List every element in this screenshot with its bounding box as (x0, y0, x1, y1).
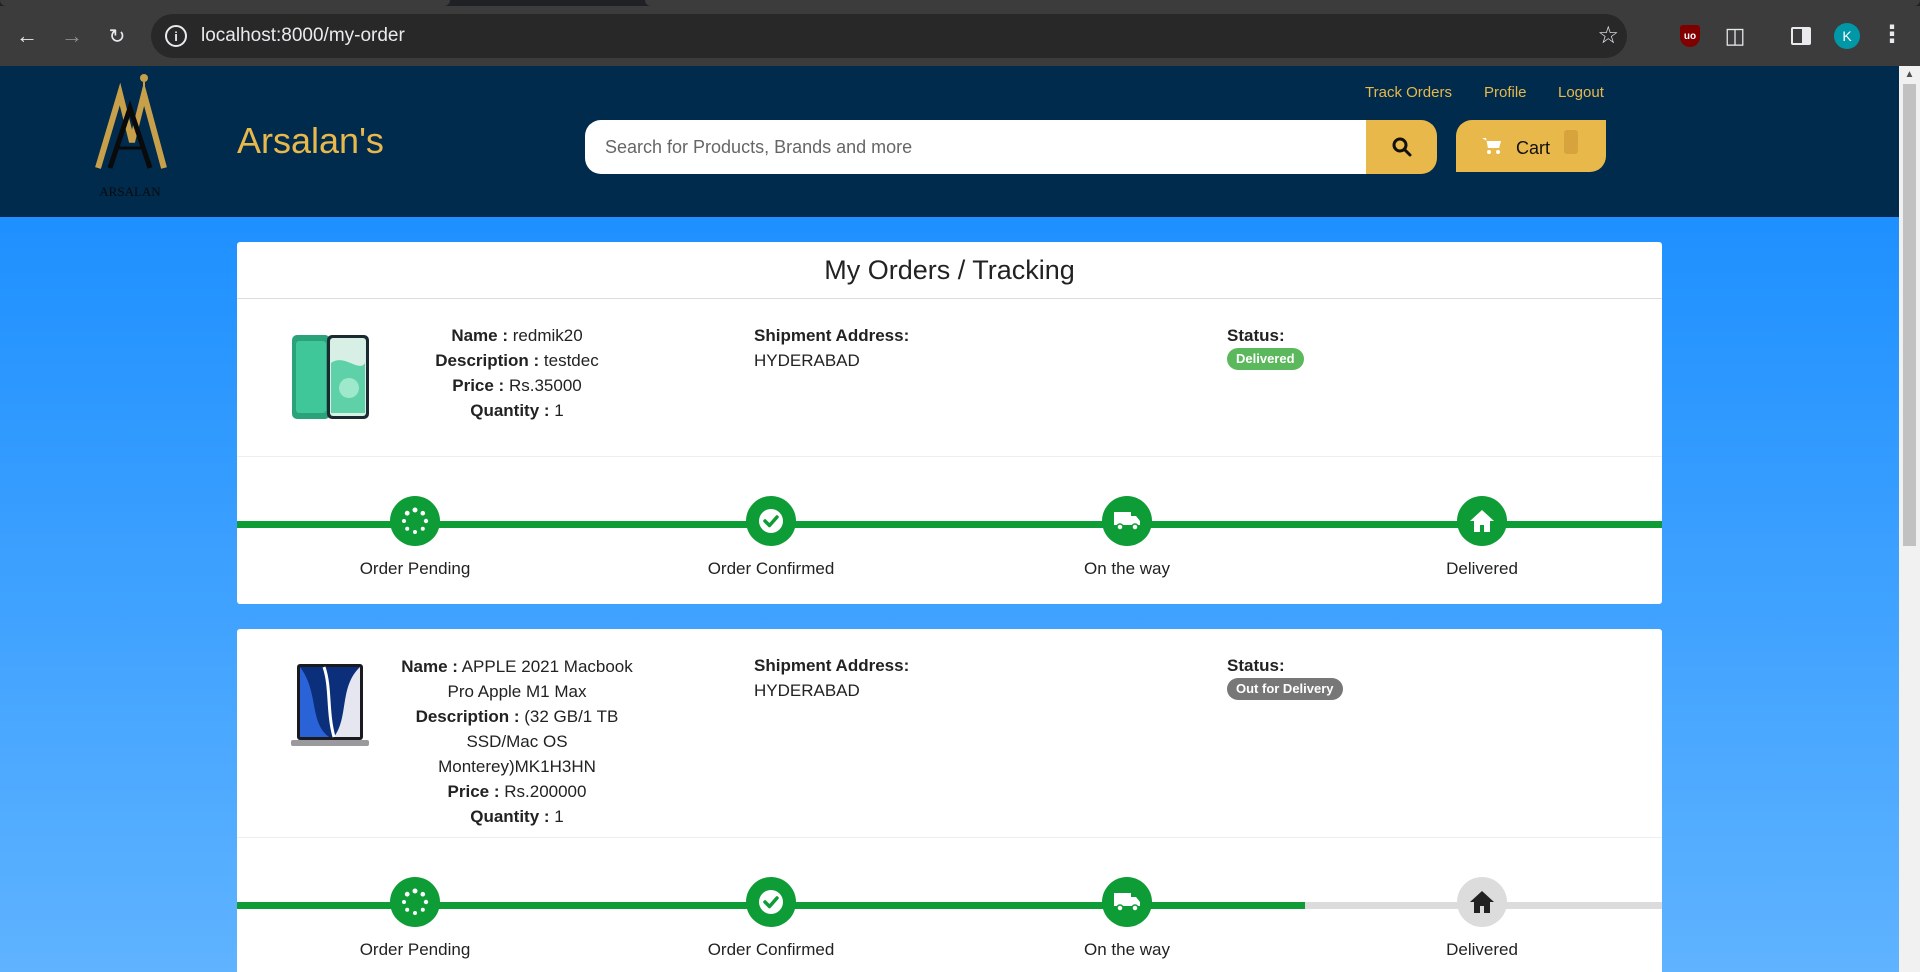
step-on-the-way: On the way (1027, 496, 1227, 579)
cart-icon (1482, 138, 1501, 154)
browser-tab[interactable] (0, 0, 450, 6)
page-title: My Orders / Tracking (237, 242, 1662, 299)
home-icon (1457, 496, 1507, 546)
product-price: Rs.200000 (504, 782, 587, 801)
step-on-the-way: On the way (1027, 877, 1227, 960)
address-value: HYDERABAD (754, 681, 860, 700)
step-delivered: Delivered (1382, 877, 1582, 960)
product-quantity: 1 (554, 807, 564, 826)
browser-toolbar: ← → ↻ i localhost:8000/my-order ☆ uo ◫ K… (0, 0, 1920, 66)
status-badge: Delivered (1227, 348, 1304, 370)
address-bar[interactable]: i localhost:8000/my-order ☆ (151, 14, 1627, 58)
cart-button[interactable]: Cart (1456, 120, 1606, 172)
profile-link[interactable]: Profile (1484, 84, 1527, 101)
shipment-address: Shipment Address: HYDERABAD (754, 323, 909, 373)
divider (237, 837, 1662, 838)
profile-avatar[interactable]: K (1834, 23, 1860, 49)
site-info-icon[interactable]: i (165, 25, 187, 47)
logout-link[interactable]: Logout (1558, 84, 1604, 101)
spinner-icon (390, 496, 440, 546)
product-description: testdec (543, 351, 599, 370)
step-order-pending: Order Pending (315, 496, 515, 579)
laptop-image[interactable] (289, 662, 371, 750)
scrollbar-thumb[interactable] (1903, 84, 1916, 546)
shipment-address: Shipment Address: HYDERABAD (754, 653, 909, 703)
order-card: Name : redmik20 Description : testdec Pr… (237, 299, 1662, 604)
status-badge: Out for Delivery (1227, 678, 1343, 700)
back-icon[interactable]: ← (12, 21, 42, 51)
page-scrollbar[interactable]: ▲ (1899, 66, 1920, 972)
product-name[interactable]: APPLE 2021 Macbook Pro Apple M1 Max (448, 657, 633, 701)
tab-strip (0, 0, 1920, 6)
step-order-confirmed: Order Confirmed (671, 496, 871, 579)
browser-tab[interactable] (645, 0, 1920, 6)
url-text[interactable]: localhost:8000/my-order (201, 25, 405, 47)
bookmark-star-icon[interactable]: ☆ (1597, 21, 1619, 50)
check-icon (746, 496, 796, 546)
product-price: Rs.35000 (508, 376, 582, 395)
order-status: Status: Out for Delivery (1227, 655, 1343, 700)
order-details: Name : APPLE 2021 Macbook Pro Apple M1 M… (401, 657, 633, 826)
product-quantity: 1 (554, 401, 564, 420)
ublock-extension-icon[interactable]: uo (1676, 22, 1704, 50)
truck-icon (1102, 877, 1152, 927)
product-name[interactable]: redmik20 (513, 326, 583, 345)
cart-count-badge (1564, 130, 1578, 154)
search-input[interactable] (585, 120, 1366, 174)
home-icon (1457, 877, 1507, 927)
tracking-progress: Order Pending Order Confirmed On the way… (237, 877, 1662, 972)
tracking-progress: Order Pending Order Confirmed On the way… (237, 496, 1662, 596)
track-orders-link[interactable]: Track Orders (1365, 84, 1452, 101)
divider (237, 456, 1662, 457)
search-icon (1392, 137, 1411, 157)
check-icon (746, 877, 796, 927)
reload-icon[interactable]: ↻ (102, 21, 132, 51)
step-order-pending: Order Pending (315, 877, 515, 960)
brand-logo[interactable]: ARSALAN (80, 72, 180, 206)
scroll-up-icon[interactable]: ▲ (1899, 66, 1920, 84)
forward-icon[interactable]: → (57, 21, 87, 51)
step-delivered: Delivered (1382, 496, 1582, 579)
cart-label: Cart (1516, 137, 1551, 158)
svg-text:ARSALAN: ARSALAN (99, 184, 161, 199)
extensions-puzzle-icon[interactable]: ◫ (1721, 22, 1749, 50)
order-details: Name : redmik20 Description : testdec Pr… (435, 326, 599, 420)
address-value: HYDERABAD (754, 351, 860, 370)
phone-image[interactable] (289, 333, 371, 421)
browser-menu-icon[interactable]: ⋮ (1880, 20, 1904, 50)
order-card: Name : APPLE 2021 Macbook Pro Apple M1 M… (237, 629, 1662, 972)
side-panel-icon[interactable] (1787, 22, 1815, 50)
brand-title[interactable]: Arsalan's (237, 120, 384, 162)
search-button[interactable] (1366, 120, 1437, 174)
truck-icon (1102, 496, 1152, 546)
step-order-confirmed: Order Confirmed (671, 877, 871, 960)
order-status: Status: Delivered (1227, 325, 1304, 370)
spinner-icon (390, 877, 440, 927)
